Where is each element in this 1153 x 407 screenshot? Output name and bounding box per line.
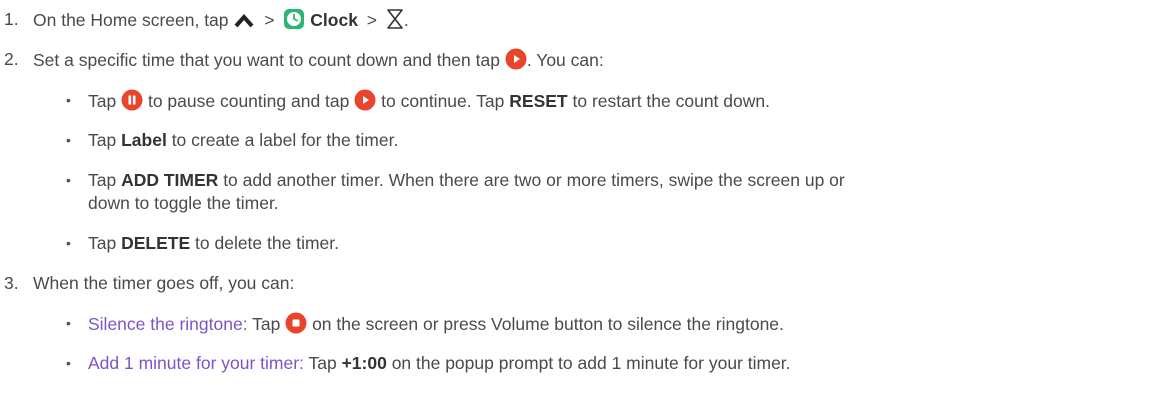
bullet-pause: Tap to pause counting and tap to continu… bbox=[88, 89, 770, 112]
bullet-add-timer: Tap ADD TIMER to add another timer. When… bbox=[88, 169, 845, 191]
label-label: Label bbox=[121, 130, 167, 150]
bullet-text: to create a label for the timer. bbox=[171, 130, 399, 150]
bullet-text: down to toggle the timer. bbox=[88, 193, 279, 213]
bullet-text: to pause counting and tap bbox=[147, 91, 350, 111]
bullet: • bbox=[66, 132, 71, 148]
pause-button-icon bbox=[121, 89, 143, 111]
step-3-lead: When the timer goes off, you can: bbox=[33, 273, 295, 293]
bullet: • bbox=[66, 172, 71, 188]
bullet-label: Tap Label to create a label for the time… bbox=[88, 129, 398, 151]
bullet-text: Tap bbox=[88, 91, 117, 111]
bullet-add-timer-continued: down to toggle the timer. bbox=[88, 192, 279, 214]
reset-label: RESET bbox=[509, 91, 568, 111]
bullet-silence: Silence the ringtone: Tap on the screen … bbox=[88, 312, 784, 335]
stop-button-icon bbox=[285, 312, 307, 334]
step-number: 3. bbox=[4, 273, 19, 293]
add-timer-label: ADD TIMER bbox=[121, 170, 219, 190]
period: . bbox=[403, 10, 409, 30]
step-2-text: Set a specific time that you want to cou… bbox=[33, 48, 604, 71]
clock-label: Clock bbox=[310, 10, 358, 30]
play-button-icon bbox=[354, 89, 376, 111]
step-number: 2. bbox=[4, 49, 19, 69]
play-button-icon bbox=[505, 48, 527, 70]
bullet-add-minute: Add 1 minute for your timer: Tap +1:00 o… bbox=[88, 352, 791, 374]
separator: > bbox=[366, 10, 378, 30]
bullet-text: on the screen or press Volume button to … bbox=[312, 314, 784, 334]
bullet-text: Tap bbox=[308, 353, 337, 373]
step-number: 1. bbox=[4, 9, 19, 29]
add-minute-link[interactable]: Add 1 minute for your timer: bbox=[88, 353, 304, 373]
bullet-text: Tap bbox=[88, 233, 117, 253]
delete-label: DELETE bbox=[121, 233, 191, 253]
bullet-text: to delete the timer. bbox=[195, 233, 339, 253]
silence-ringtone-link[interactable]: Silence the ringtone: bbox=[88, 314, 248, 334]
bullet: • bbox=[66, 235, 71, 251]
bullet: • bbox=[66, 315, 71, 331]
bullet-text: Tap bbox=[252, 314, 281, 334]
timer-instructions: 1. On the Home screen, tap > Clock > . 2… bbox=[0, 0, 1153, 407]
bullet: • bbox=[66, 355, 71, 371]
bullet: • bbox=[66, 92, 71, 108]
clock-app-icon bbox=[283, 8, 305, 30]
bullet-text: Tap bbox=[88, 130, 117, 150]
chevron-up-icon bbox=[233, 12, 255, 30]
step-2-lead: Set a specific time that you want to cou… bbox=[33, 50, 500, 70]
separator: > bbox=[264, 10, 275, 30]
plus-one-minute-label: +1:00 bbox=[341, 353, 387, 373]
bullet-text: to restart the count down. bbox=[572, 91, 770, 111]
bullet-text: to continue. Tap bbox=[381, 91, 505, 111]
hourglass-icon bbox=[386, 8, 404, 30]
step-3-text: When the timer goes off, you can: bbox=[33, 272, 294, 294]
step-2-tail: . You can: bbox=[526, 50, 604, 70]
step-1-text: On the Home screen, tap > Clock > . bbox=[33, 8, 409, 31]
bullet-text: to add another timer. When there are two… bbox=[223, 170, 845, 190]
bullet-text: Tap bbox=[88, 170, 117, 190]
bullet-delete: Tap DELETE to delete the timer. bbox=[88, 232, 339, 254]
step-1-lead: On the Home screen, tap bbox=[33, 10, 229, 30]
bullet-text: on the popup prompt to add 1 minute for … bbox=[391, 353, 791, 373]
